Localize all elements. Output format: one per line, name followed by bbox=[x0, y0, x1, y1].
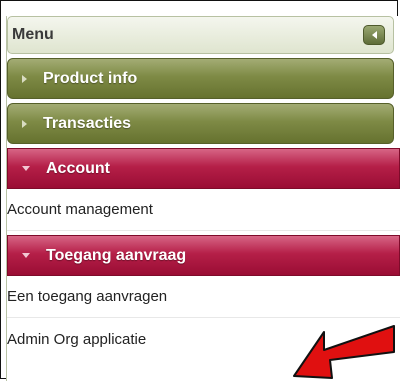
section-toegang-aanvraag[interactable]: Toegang aanvraag bbox=[7, 235, 400, 276]
menu-item-account-management[interactable]: Account management bbox=[7, 189, 400, 231]
menu-title: Menu bbox=[12, 26, 54, 43]
collapse-menu-button[interactable] bbox=[363, 25, 385, 45]
menu-header: Menu bbox=[7, 16, 394, 54]
section-label: Account bbox=[46, 159, 110, 177]
chevron-right-icon bbox=[22, 119, 27, 128]
section-product-info[interactable]: Product info bbox=[7, 58, 394, 99]
menu-item-label: Admin Org applicatie bbox=[7, 330, 147, 348]
section-label: Toegang aanvraag bbox=[46, 246, 187, 264]
section-account[interactable]: Account bbox=[7, 148, 400, 189]
menu-item-label: Een toegang aanvragen bbox=[7, 288, 168, 305]
menu-item-label: Account management bbox=[7, 201, 153, 218]
section-transacties[interactable]: Transacties bbox=[7, 103, 394, 144]
menu-item-een-toegang-aanvragen[interactable]: Een toegang aanvragen bbox=[7, 276, 400, 318]
annotation-arrow-icon bbox=[293, 325, 395, 379]
section-label: Transacties bbox=[43, 114, 132, 132]
chevron-down-icon bbox=[22, 166, 30, 171]
chevron-right-icon bbox=[22, 74, 27, 83]
chevron-down-icon bbox=[22, 253, 30, 258]
section-label: Product info bbox=[43, 69, 138, 87]
chevron-left-icon bbox=[371, 31, 377, 39]
